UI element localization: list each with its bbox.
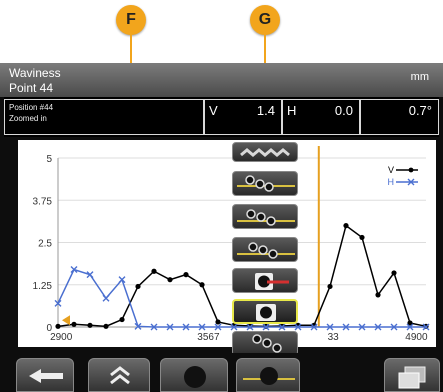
mode-label: Zoomed in: [9, 114, 47, 123]
waviness-chart[interactable]: 0 1.25 2.5 3.75 5 2900 3567 33 4900 V H: [18, 140, 436, 347]
x-tick-label: 2900: [50, 332, 73, 343]
unit-label: mm: [410, 71, 429, 83]
dots-line-icon: [237, 175, 295, 192]
point-line-button[interactable]: [236, 358, 300, 392]
angle-value: 0.7°: [408, 103, 432, 118]
bottom-nav: [0, 353, 443, 392]
data-point-v: [103, 323, 109, 329]
dots-line-icon: [237, 242, 295, 259]
data-point-v: [183, 272, 189, 278]
point-marker-icon: [255, 273, 289, 290]
position-label: Position #44: [9, 103, 54, 112]
page-title: Waviness: [9, 66, 61, 80]
copy-windows-icon: [398, 366, 426, 389]
h-label: H: [287, 103, 297, 118]
data-point-v: [199, 282, 205, 288]
point-icon: [184, 366, 206, 388]
record-point-icon: [256, 304, 276, 321]
v-box: V 1.4: [204, 99, 282, 135]
callout-g: G: [250, 5, 280, 35]
dots-line-button-1[interactable]: [232, 171, 298, 196]
point-marker-button[interactable]: [232, 268, 298, 293]
copy-button[interactable]: [384, 358, 440, 392]
data-point-v: [215, 319, 221, 325]
data-point-v: [391, 270, 397, 276]
dots-line-icon: [237, 209, 295, 226]
data-point-v: [151, 268, 157, 274]
waviness-zigzag-icon: [240, 148, 290, 157]
scroll-up-button[interactable]: [88, 358, 150, 392]
data-point-v: [327, 283, 333, 290]
data-point-v: [119, 316, 125, 323]
chart-svg: 01.252.53.7552900 3567 33 4900VH: [33, 146, 430, 343]
point-button[interactable]: [160, 358, 228, 392]
x-tick-label: 33: [328, 332, 340, 343]
y-tick-label: 5: [46, 154, 52, 165]
angle-box: 0.7°: [360, 99, 439, 135]
y-tick-label: 2.5: [38, 239, 52, 250]
y-tick-label: 1.25: [33, 281, 53, 292]
back-arrow-icon: [29, 369, 63, 383]
dots-line-button-3[interactable]: [232, 237, 298, 262]
info-bar: Position #44 Zoomed in V 1.4 H 0.0 0.7°: [4, 97, 439, 137]
title-bar: Waviness Point 44 mm: [0, 63, 443, 97]
x-tick-label: 4900: [405, 332, 428, 343]
page-subtitle: Point 44: [9, 81, 54, 95]
waviness-mode-button[interactable]: [232, 142, 298, 162]
legend-marker-v: [408, 167, 414, 173]
h-value: 0.0: [334, 103, 353, 118]
y-tick-label: 3.75: [33, 196, 53, 207]
point-line-icon: [243, 367, 295, 385]
callout-f: F: [116, 5, 146, 35]
data-point-v: [135, 283, 141, 290]
h-box: H 0.0: [282, 99, 360, 135]
data-point-v: [55, 323, 61, 329]
chevron-up-icon: [110, 366, 130, 385]
data-point-v: [167, 277, 173, 283]
position-box: Position #44 Zoomed in: [4, 99, 204, 135]
data-point-v: [375, 292, 381, 298]
data-point-v: [71, 321, 77, 327]
back-button[interactable]: [16, 358, 74, 392]
x-tick-label: 3567: [197, 332, 220, 343]
v-label: V: [209, 103, 218, 118]
data-point-v: [87, 322, 93, 328]
data-point-v: [343, 223, 349, 229]
legend-label-h: H: [388, 177, 395, 187]
zero-marker: [62, 315, 70, 326]
data-point-h: [102, 294, 110, 302]
legend-label-v: V: [388, 165, 394, 175]
device-screen: Waviness Point 44 mm Position #44 Zoomed…: [0, 63, 443, 392]
v-value: 1.4: [256, 103, 275, 118]
record-point-button[interactable]: [232, 299, 298, 324]
dots-line-button-2[interactable]: [232, 204, 298, 229]
data-point-v: [359, 234, 365, 241]
